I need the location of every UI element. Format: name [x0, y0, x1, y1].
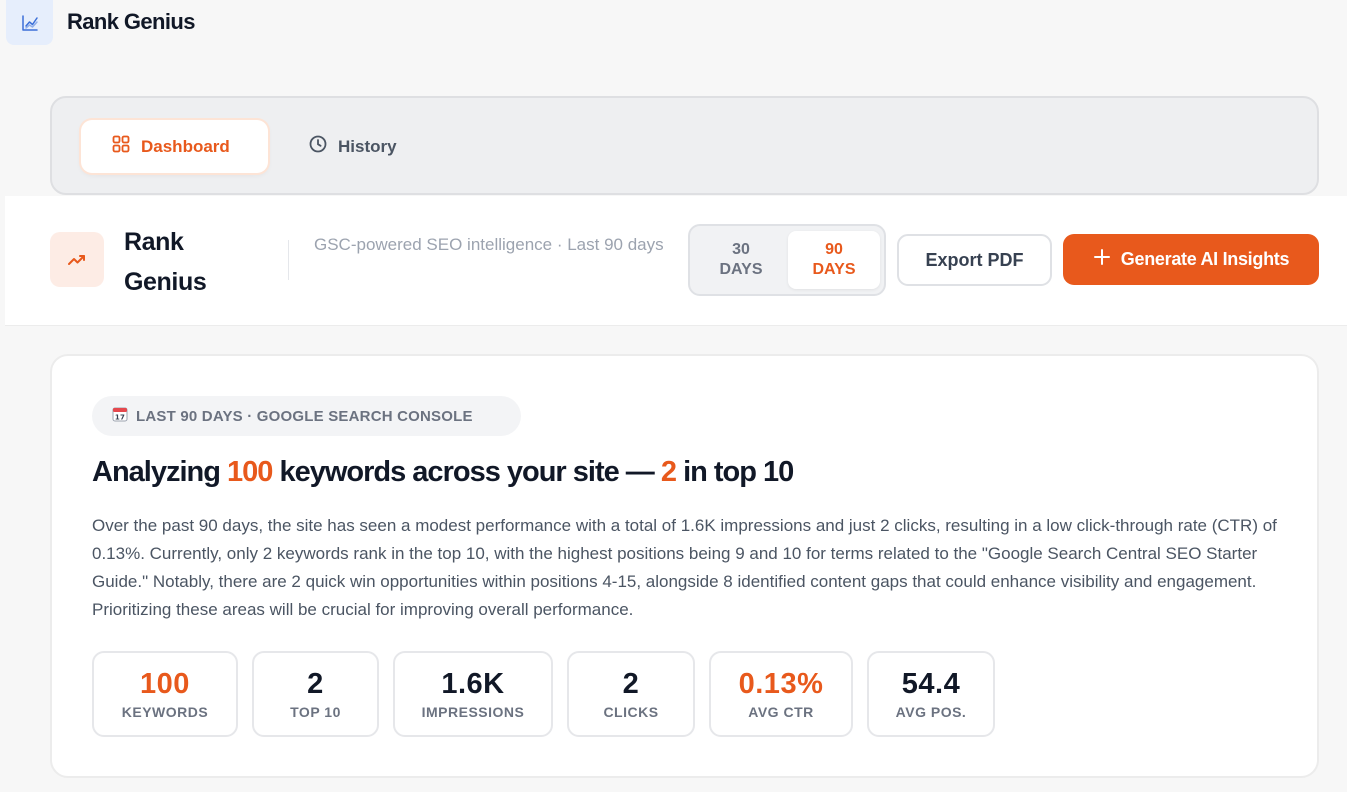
- range-90-days-button[interactable]: 90 DAYS: [788, 231, 880, 289]
- tab-dashboard[interactable]: Dashboard: [81, 120, 268, 173]
- svg-text:17: 17: [115, 414, 125, 422]
- stat-value: 54.4: [901, 668, 961, 700]
- stat-label: KEYWORDS: [121, 704, 209, 720]
- grid-icon: [111, 134, 131, 159]
- stat-avg-ctr: 0.13% AVG CTR: [709, 651, 853, 737]
- stat-value: 100: [140, 668, 190, 700]
- date-range-toggle: 30 DAYS 90 DAYS: [688, 224, 886, 296]
- page-header: Rank Genius GSC-powered SEO intelligence…: [5, 196, 1347, 326]
- stat-value: 1.6K: [441, 668, 505, 700]
- stat-label: TOP 10: [290, 704, 341, 720]
- plus-icon: [1093, 248, 1111, 271]
- page-subtitle: GSC-powered SEO intelligence · Last 90 d…: [314, 235, 664, 254]
- generate-ai-insights-button[interactable]: Generate AI Insights: [1063, 234, 1319, 285]
- page-title: Rank Genius: [124, 228, 207, 296]
- keyword-count: 100: [227, 456, 273, 488]
- stat-label: AVG CTR: [748, 704, 814, 720]
- stat-label: CLICKS: [603, 704, 659, 720]
- stat-keywords: 100 KEYWORDS: [92, 651, 238, 737]
- chart-line-icon[interactable]: [6, 0, 53, 45]
- summary-text: Over the past 90 days, the site has seen…: [92, 516, 1277, 619]
- tab-bar: Dashboard History: [50, 96, 1319, 195]
- stat-avg-position: 54.4 AVG POS.: [867, 651, 995, 737]
- stat-label: IMPRESSIONS: [421, 704, 525, 720]
- app-title: Rank Genius: [67, 9, 195, 34]
- period-badge: 17 LAST 90 DAYS · GOOGLE SEARCH CONSOLE: [92, 396, 521, 436]
- summary-card: 17 LAST 90 DAYS · GOOGLE SEARCH CONSOLE …: [50, 354, 1319, 778]
- stat-impressions: 1.6K IMPRESSIONS: [393, 651, 553, 737]
- clock-icon: [308, 134, 328, 159]
- top-bar: Rank Genius: [0, 0, 1347, 46]
- stat-value: 2: [622, 668, 640, 700]
- trending-up-icon: [50, 232, 104, 287]
- stat-top10: 2 TOP 10: [252, 651, 379, 737]
- top10-count: 2: [660, 456, 677, 488]
- divider: [288, 240, 289, 280]
- stat-clicks: 2 CLICKS: [567, 651, 695, 737]
- stat-label: AVG POS.: [895, 704, 967, 720]
- tab-label: Dashboard: [141, 136, 230, 156]
- summary-headline: Analyzing 100 keywords across your site …: [92, 456, 794, 488]
- export-pdf-button[interactable]: Export PDF: [897, 234, 1052, 286]
- period-badge-text: LAST 90 DAYS · GOOGLE SEARCH CONSOLE: [136, 407, 473, 425]
- tab-history[interactable]: History: [306, 120, 426, 173]
- generate-label: Generate AI Insights: [1120, 249, 1290, 269]
- tab-label: History: [338, 136, 397, 156]
- calendar-icon: 17: [112, 406, 128, 426]
- stat-value: 2: [307, 668, 324, 700]
- range-30-days-button[interactable]: 30 DAYS: [696, 231, 786, 289]
- stat-value: 0.13%: [738, 668, 824, 700]
